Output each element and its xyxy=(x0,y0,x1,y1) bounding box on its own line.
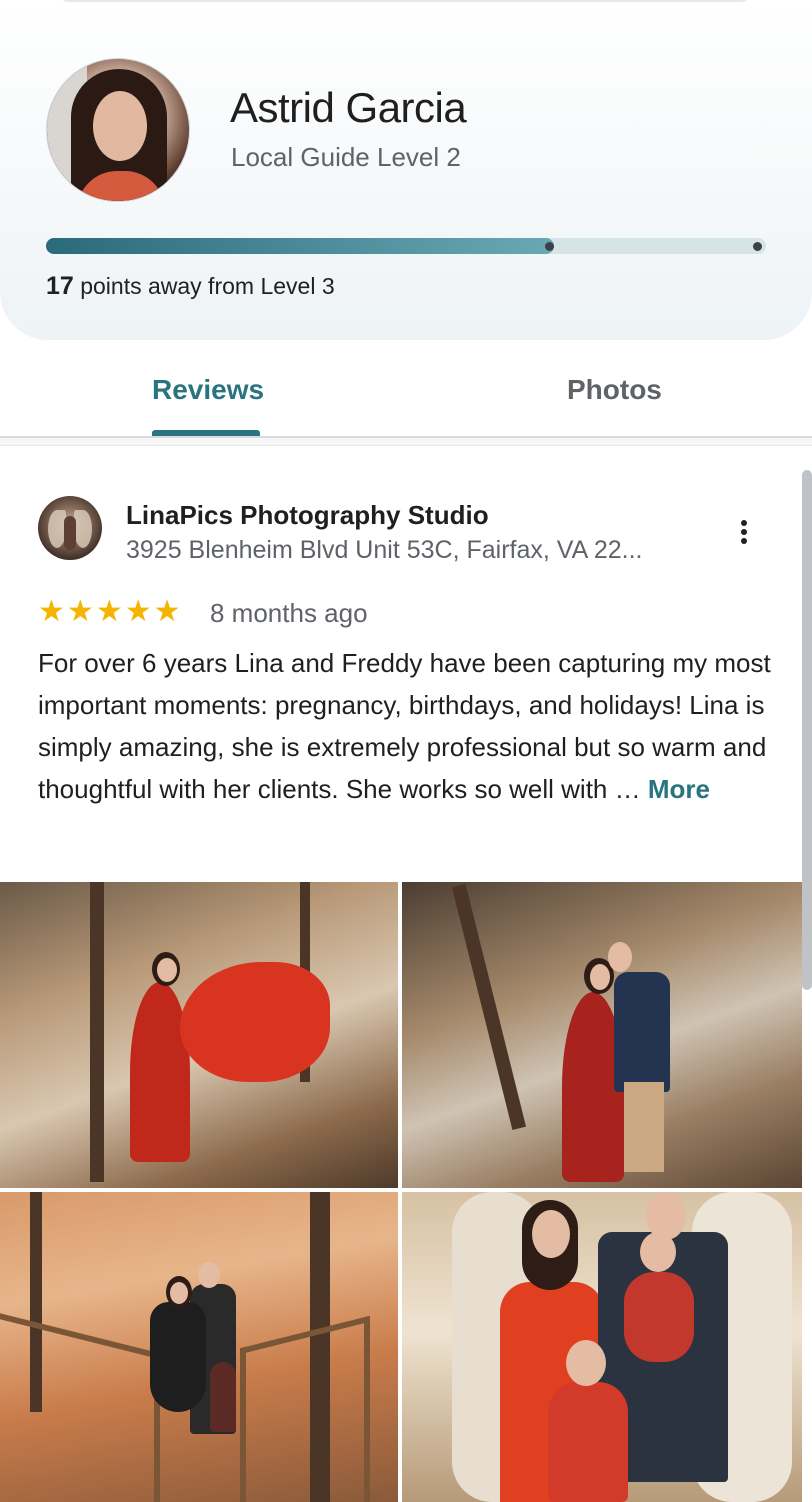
scrollbar[interactable] xyxy=(802,470,812,990)
review-photo-1[interactable] xyxy=(0,882,398,1188)
guide-level-label: Local Guide Level 2 xyxy=(231,142,461,172)
star-icon: ★ xyxy=(153,595,181,628)
local-guide-profile-page: Astrid Garcia Local Guide Level 2 17 poi… xyxy=(0,0,812,1502)
points-away-text: 17 points away from Level 3 xyxy=(46,272,335,301)
profile-tabs: Reviews Photos xyxy=(0,350,812,438)
profile-card: Astrid Garcia Local Guide Level 2 17 poi… xyxy=(0,0,812,340)
tab-reviews[interactable]: Reviews xyxy=(152,374,264,406)
points-number: 17 xyxy=(46,272,74,300)
avatar[interactable] xyxy=(46,58,190,202)
star-rating: ★★★★★ xyxy=(38,596,183,628)
tab-photos[interactable]: Photos xyxy=(567,374,662,406)
review-photo-2[interactable] xyxy=(402,882,802,1188)
more-vert-icon[interactable] xyxy=(730,516,758,548)
place-address: 3925 Blenheim Blvd Unit 53C, Fairfax, VA… xyxy=(126,536,643,564)
sheet-handle xyxy=(60,0,750,2)
tabs-divider xyxy=(0,436,812,446)
star-icon: ★ xyxy=(124,595,152,628)
star-icon: ★ xyxy=(66,595,94,628)
review-photo-3[interactable] xyxy=(0,1192,398,1502)
profile-name: Astrid Garcia xyxy=(230,84,467,131)
review-photo-4[interactable] xyxy=(402,1192,802,1502)
place-name[interactable]: LinaPics Photography Studio xyxy=(126,500,489,531)
star-icon: ★ xyxy=(95,595,123,628)
more-link[interactable]: More xyxy=(648,774,710,804)
star-icon: ★ xyxy=(38,595,65,628)
progress-current-dot xyxy=(544,242,554,251)
review-date: 8 months ago xyxy=(210,598,368,628)
review-text: For over 6 years Lina and Freddy have be… xyxy=(38,642,778,810)
progress-end-dot xyxy=(753,242,762,251)
level-progress-bar xyxy=(46,238,766,254)
points-suffix: points away from Level 3 xyxy=(80,273,335,299)
level-progress-fill xyxy=(46,238,554,254)
place-thumbnail[interactable] xyxy=(38,496,102,560)
